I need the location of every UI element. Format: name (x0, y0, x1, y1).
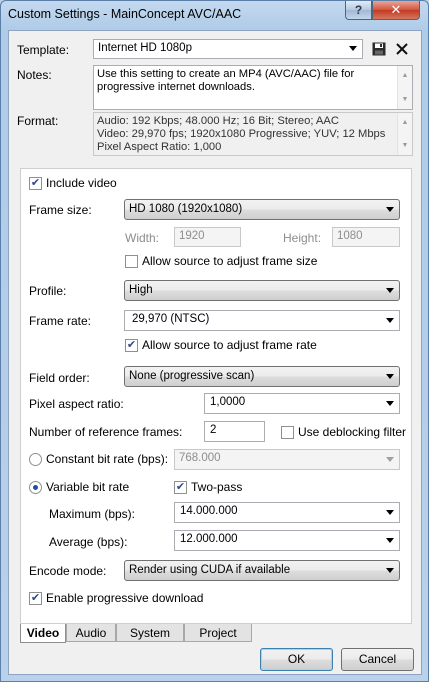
title-bar[interactable]: Custom Settings - MainConcept AVC/AAC ? … (1, 1, 428, 29)
tab-audio[interactable]: Audio (66, 624, 116, 642)
scroll-down-icon[interactable]: ▼ (398, 139, 412, 152)
format-scrollbar[interactable]: ▲ ▼ (397, 113, 412, 155)
two-pass-checkbox[interactable]: ✔ (174, 481, 187, 494)
format-line-audio: Audio: 192 Kbps; 48.000 Hz; 16 Bit; Ster… (97, 115, 339, 127)
format-label: Format: (17, 114, 59, 128)
frame-rate-label: Frame rate: (29, 314, 92, 328)
cbr-radio[interactable] (29, 453, 42, 466)
average-value: 12.000.000 (180, 533, 238, 545)
format-line-pixel-aspect: Pixel Aspect Ratio: 1,000 (97, 141, 222, 153)
height-label: Height: (283, 231, 322, 245)
scroll-up-icon[interactable]: ▲ (398, 116, 412, 129)
average-combo[interactable]: 12.000.000 (174, 530, 400, 551)
include-video-label: Include video (46, 176, 117, 190)
frame-size-value: HD 1080 (1920x1080) (129, 203, 243, 215)
ok-button[interactable]: OK (260, 648, 333, 671)
delete-template-button[interactable] (393, 40, 411, 58)
notes-scrollbar[interactable]: ▲ ▼ (397, 66, 412, 109)
pixel-aspect-value: 1,0000 (210, 396, 246, 408)
maximum-label: Maximum (bps): (49, 507, 136, 521)
cbr-value: 768.000 (179, 452, 221, 464)
tab-project[interactable]: Project (184, 624, 252, 642)
template-combo[interactable]: Internet HD 1080p (93, 39, 363, 59)
cbr-combo[interactable]: 768.000 (174, 449, 400, 470)
dialog-client-area: Template: Internet HD 1080p Notes: Use t… (8, 30, 422, 675)
template-label: Template: (17, 43, 70, 57)
field-order-label: Field order: (29, 371, 90, 385)
format-line-video: Video: 29,970 fps; 1920x1080 Progressive… (97, 128, 386, 140)
notes-text: Use this setting to create an MP4 (AVC/A… (97, 68, 355, 93)
pixel-aspect-label: Pixel aspect ratio: (29, 397, 124, 411)
help-button[interactable]: ? (345, 1, 372, 20)
chevron-down-icon (386, 400, 394, 406)
chevron-down-icon (386, 206, 394, 212)
width-label: Width: (125, 231, 160, 245)
chevron-down-icon (386, 537, 394, 543)
chevron-down-icon (386, 567, 394, 573)
ref-frames-label: Number of reference frames: (29, 425, 183, 439)
tab-system[interactable]: System (116, 624, 184, 642)
width-input[interactable]: 1920 (174, 227, 241, 247)
allow-frame-size-checkbox[interactable] (125, 255, 138, 268)
chevron-down-icon (386, 373, 394, 379)
pixel-aspect-combo[interactable]: 1,0000 (204, 393, 400, 414)
deblocking-checkbox[interactable] (281, 426, 294, 439)
chevron-down-icon (386, 287, 394, 293)
chevron-down-icon (386, 509, 394, 515)
frame-size-label: Frame size: (29, 203, 92, 217)
average-label: Average (bps): (49, 535, 128, 549)
profile-value: High (129, 284, 153, 296)
delete-icon (396, 43, 408, 55)
maximum-combo[interactable]: 14.000.000 (174, 502, 400, 523)
vbr-label: Variable bit rate (46, 480, 130, 494)
tab-video[interactable]: Video (20, 624, 66, 643)
allow-frame-rate-checkbox[interactable]: ✔ (125, 339, 138, 352)
field-order-combo[interactable]: None (progressive scan) (124, 366, 400, 387)
encode-mode-value: Render using CUDA if available (129, 564, 291, 576)
window-title: Custom Settings - MainConcept AVC/AAC (8, 7, 242, 21)
cancel-button[interactable]: Cancel (341, 648, 414, 671)
deblocking-label: Use deblocking filter (298, 425, 407, 439)
frame-rate-combo[interactable]: 29,970 (NTSC) (124, 310, 400, 331)
allow-frame-size-label: Allow source to adjust frame size (142, 254, 318, 268)
close-button[interactable]: ✕ (372, 1, 420, 20)
chevron-down-icon (386, 456, 394, 462)
chevron-down-icon (386, 317, 394, 323)
allow-frame-rate-label: Allow source to adjust frame rate (142, 338, 317, 352)
scroll-down-icon[interactable]: ▼ (398, 93, 412, 106)
save-template-button[interactable] (370, 40, 388, 58)
frame-size-combo[interactable]: HD 1080 (1920x1080) (124, 199, 400, 220)
notes-label: Notes: (17, 68, 52, 82)
scroll-up-icon[interactable]: ▲ (398, 69, 412, 82)
save-icon (372, 42, 386, 56)
progressive-download-checkbox[interactable]: ✔ (29, 592, 42, 605)
maximum-value: 14.000.000 (180, 505, 238, 517)
dialog-window: Custom Settings - MainConcept AVC/AAC ? … (0, 0, 429, 682)
two-pass-label: Two-pass (191, 480, 243, 494)
cbr-label: Constant bit rate (bps): (46, 452, 169, 466)
encode-mode-label: Encode mode: (29, 564, 107, 578)
height-input[interactable]: 1080 (332, 227, 400, 247)
profile-combo[interactable]: High (124, 280, 400, 301)
profile-label: Profile: (29, 284, 67, 298)
template-value: Internet HD 1080p (98, 42, 192, 54)
notes-textarea[interactable]: Use this setting to create an MP4 (AVC/A… (93, 65, 413, 110)
video-settings-panel: ✔ Include video Frame size: HD 1080 (192… (20, 168, 412, 624)
field-order-value: None (progressive scan) (129, 370, 255, 382)
encode-mode-combo[interactable]: Render using CUDA if available (124, 560, 400, 581)
include-video-checkbox[interactable]: ✔ (29, 177, 42, 190)
format-summary: Audio: 192 Kbps; 48.000 Hz; 16 Bit; Ster… (93, 112, 413, 156)
ref-frames-input[interactable]: 2 (204, 421, 265, 442)
chevron-down-icon (349, 46, 357, 51)
frame-rate-value: 29,970 (NTSC) (132, 313, 210, 325)
progressive-download-label: Enable progressive download (46, 591, 204, 605)
vbr-radio[interactable] (29, 481, 42, 494)
